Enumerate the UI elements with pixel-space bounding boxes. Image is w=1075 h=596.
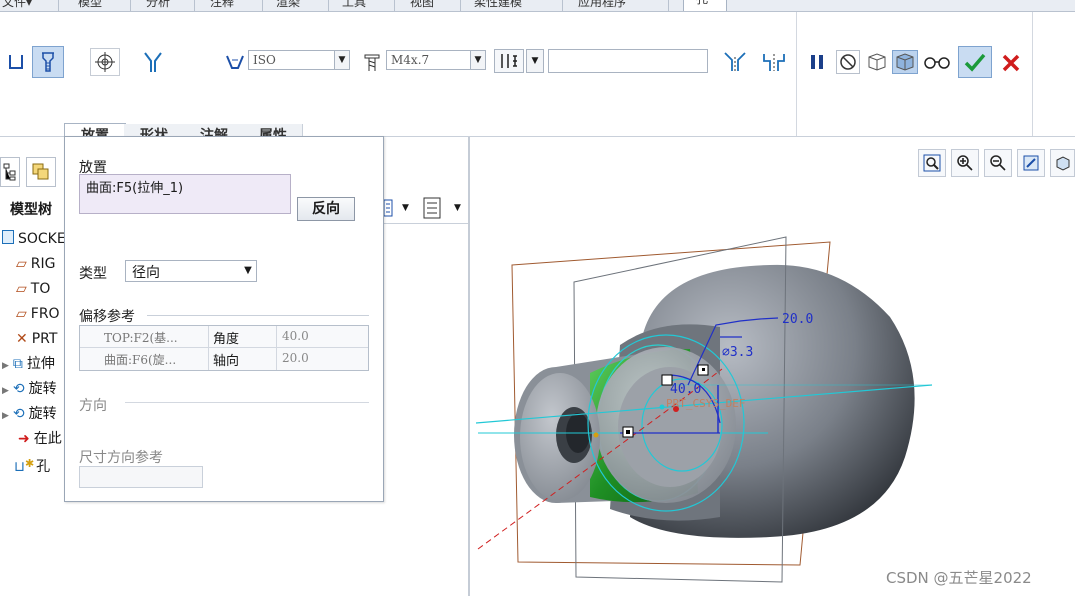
- countersink-icon[interactable]: [722, 50, 748, 74]
- depth-input[interactable]: [548, 49, 708, 73]
- chevron-down-icon[interactable]: ▼: [454, 203, 461, 213]
- placement-reference-field[interactable]: 曲面:F5(拉伸_1): [79, 174, 291, 214]
- expand-arrow-icon[interactable]: ▶: [2, 411, 9, 421]
- part-icon: [2, 230, 14, 244]
- extrude-icon: ⧉: [12, 356, 23, 372]
- menu-analysis[interactable]: 分析: [146, 0, 170, 10]
- new-feature-star-icon: ✱: [24, 457, 35, 470]
- preview-shaded-icon[interactable]: [892, 50, 918, 74]
- standard-hole-icon[interactable]: [32, 46, 64, 78]
- offset-references-label: 偏移参考: [79, 309, 135, 325]
- tree-item-right-plane[interactable]: ▱ RIG: [0, 253, 56, 275]
- tree-item-part[interactable]: SOCKE: [0, 228, 66, 250]
- table-row[interactable]: 曲面:F6(旋... 轴向 20.0: [80, 348, 368, 370]
- depth-option-icon[interactable]: [494, 49, 524, 73]
- type-label: 类型: [79, 266, 107, 282]
- chevron-down-icon[interactable]: ▼: [240, 261, 256, 281]
- cancel-x-icon[interactable]: [998, 50, 1024, 76]
- placement-crosshair-icon[interactable]: [90, 48, 120, 76]
- chevron-down-icon[interactable]: ▼: [334, 51, 349, 69]
- type-select[interactable]: 径向 ▼: [125, 260, 257, 282]
- tree-item-csys[interactable]: ✕ PRT: [0, 328, 57, 350]
- drill-tip-icon[interactable]: [138, 48, 168, 76]
- ribbon: ISO ▼ M4x.7 ▼ ▼ 放置 形状 注解: [0, 12, 1075, 150]
- datum-plane-icon: ▱: [16, 281, 27, 297]
- datum-plane-icon: ▱: [16, 306, 27, 322]
- expand-arrow-icon[interactable]: ▶: [2, 386, 9, 396]
- tree-item-hole[interactable]: ⊔✱ 孔: [0, 453, 50, 475]
- menu-tools[interactable]: 工具: [342, 0, 366, 10]
- menu-annotate[interactable]: 注释: [210, 0, 234, 10]
- datum-plane-icon: ▱: [16, 256, 27, 272]
- tree-item-insert-here[interactable]: ➜ 在此: [0, 428, 62, 450]
- menu-model[interactable]: 模型: [78, 0, 102, 10]
- preview-wire-icon[interactable]: [864, 50, 890, 74]
- screw-size-icon[interactable]: [360, 50, 384, 74]
- watermark: CSDN @五芒星2022: [886, 569, 1032, 587]
- graphics-viewport[interactable]: 20.0 ⌀3.3 40.0 PRT_CSYS_DEF CSDN @五芒星202…: [470, 137, 1075, 596]
- dimension-angle-label[interactable]: 40.0: [670, 382, 701, 397]
- chevron-down-icon[interactable]: ▼: [402, 203, 409, 213]
- chevron-down-icon[interactable]: ▼: [470, 51, 485, 69]
- csys-label: PRT_CSYS_DEF: [666, 397, 745, 410]
- direction-label: 方向: [79, 398, 107, 414]
- table-row[interactable]: TOP:F2(基... 角度 40.0: [80, 326, 368, 348]
- tree-item-extrude[interactable]: ▶ ⧉ 拉伸: [0, 353, 55, 375]
- menu-view[interactable]: 视图: [410, 0, 434, 10]
- flip-button[interactable]: 反向: [297, 197, 355, 221]
- simple-hole-icon[interactable]: [2, 48, 30, 76]
- dimension-reference-label: 尺寸方向参考: [79, 450, 163, 466]
- menu-bar: 文件▾ 模型 分析 注释 渲染 工具 视图 柔性建模 应用程序 孔: [0, 0, 1075, 12]
- hole-icon: ⊔: [14, 459, 25, 475]
- counterbore-icon[interactable]: [760, 50, 788, 74]
- glasses-icon[interactable]: [922, 50, 952, 74]
- expand-arrow-icon[interactable]: ▶: [2, 361, 9, 371]
- menu-flexible-modeling[interactable]: 柔性建模: [474, 0, 522, 10]
- dimension-axial-label[interactable]: 20.0: [782, 312, 813, 327]
- tree-icon[interactable]: [0, 157, 20, 187]
- tree-item-revolve-1[interactable]: ▶ ⟲ 旋转: [0, 378, 57, 400]
- thread-type-icon[interactable]: [224, 50, 246, 74]
- model-tree-title: 模型树: [10, 202, 52, 218]
- tree-item-revolve-2[interactable]: ▶ ⟲ 旋转: [0, 403, 57, 425]
- confirm-check-icon[interactable]: [958, 46, 992, 78]
- layer-icon[interactable]: [26, 157, 56, 187]
- pause-icon[interactable]: [806, 50, 828, 74]
- menu-file[interactable]: 文件▾: [2, 0, 32, 10]
- offset-references-table[interactable]: TOP:F2(基... 角度 40.0 曲面:F6(旋... 轴向 20.0: [79, 325, 369, 371]
- menu-applications[interactable]: 应用程序: [578, 0, 626, 10]
- insert-arrow-icon: ➜: [18, 431, 30, 447]
- dimension-diameter-label[interactable]: ⌀3.3: [722, 345, 753, 360]
- no-preview-icon[interactable]: [836, 50, 860, 74]
- tree-item-front-plane[interactable]: ▱ FRO: [0, 303, 60, 325]
- dimension-reference-field[interactable]: [79, 466, 203, 488]
- tree-item-top-plane[interactable]: ▱ TO: [0, 278, 50, 300]
- size-combo[interactable]: M4x.7 ▼: [386, 50, 486, 70]
- standard-combo[interactable]: ISO ▼: [248, 50, 350, 70]
- menu-render[interactable]: 渲染: [276, 0, 300, 10]
- chevron-down-icon[interactable]: ▼: [526, 49, 544, 73]
- csys-icon: ✕: [16, 331, 28, 347]
- menu-hole-tab[interactable]: 孔: [683, 0, 727, 11]
- placement-panel: 放置 曲面:F5(拉伸_1) 反向 类型 径向 ▼ 偏移参考 TOP:F2(基.…: [64, 136, 384, 502]
- revolve-icon: ⟲: [12, 381, 25, 397]
- show-list-icon[interactable]: [420, 195, 444, 221]
- revolve-icon: ⟲: [12, 406, 25, 422]
- model-3d-view[interactable]: 20.0 ⌀3.3 40.0 PRT_CSYS_DEF: [470, 137, 1075, 596]
